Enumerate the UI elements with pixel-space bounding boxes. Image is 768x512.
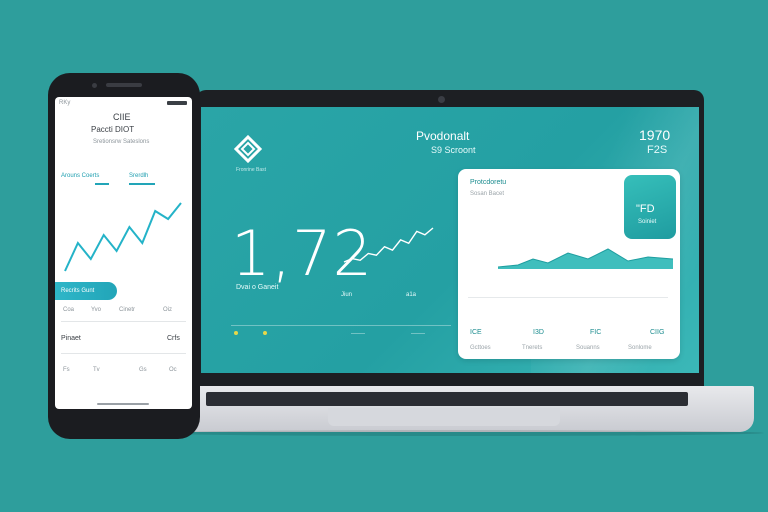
row-b-label: Pinaet [61,335,81,342]
card-subtitle: Sosan Bacet [470,191,505,197]
stat-2: I3D [533,329,544,336]
header-title: Pvodonalt [416,129,470,143]
phone-subtitle: Paccti DIOT [91,125,135,134]
row-c-3: Gs [139,367,147,373]
top-right-subtitle: F2S [647,144,668,156]
row-a-4: Oiz [163,307,172,313]
highlight-label: Soiniet [638,219,657,225]
area-chart [498,248,673,269]
laptop-shadow [150,430,764,436]
row-a-1: Coa [63,307,75,313]
divider [411,333,425,334]
header-subtitle: S9 Scroont [431,145,476,155]
footer-1: Gcttoes [470,345,491,351]
top-right-number: 1970 [639,127,671,143]
small-label-1: Jiun [341,292,353,298]
sub-label: Dvai o Ganeit [236,284,279,291]
tab-left[interactable]: Arouns Coerts [61,173,99,179]
front-camera [92,83,97,88]
trackpad-notch [328,408,560,426]
phone-line-chart [64,202,182,272]
row-a-2: Yvo [91,307,102,313]
row-divider [61,353,186,354]
stats-card[interactable]: Protcdoretu Sosan Bacet "FD Soiniet ICE … [458,169,680,359]
row-divider [61,321,186,322]
battery-icon [167,101,187,105]
stat-3: FIC [590,329,602,336]
stat-4: CIIG [650,329,665,336]
row-b-value: Crfs [167,335,180,342]
footer-3: Souanns [576,345,600,351]
footer-4: Sonlome [628,345,652,351]
phone-title: CIIE [113,112,131,122]
laptop-screen: Fronrine Bast Pvodonalt S9 Scroont 1970 … [201,107,699,373]
yellow-dot-icon [234,331,238,335]
phone-screen: RKy CIIE Paccti DIOT Sretionsrw Sateslon… [55,97,192,409]
laptop-camera [438,96,445,103]
keyboard [206,392,688,406]
card-divider [468,297,668,298]
app-logo-icon [234,135,262,163]
phone-caption: Sretionsrw Sateslons [93,139,150,145]
small-label-2: a1a [406,292,417,298]
yellow-dot-icon [263,331,267,335]
status-time: RKy [59,100,71,106]
logo-caption: Fronrine Bast [236,167,267,173]
divider [351,333,365,334]
footer-2: Tnerets [522,345,543,351]
card-title: Protcdoretu [470,179,507,186]
row-a-3: Cinetr [119,307,136,313]
row-c-4: Oc [169,367,177,373]
divider [231,325,451,326]
tab-indicator [129,183,155,185]
banner-text: Recrits Gunt [61,288,95,294]
tab-indicator [95,183,109,185]
phone-speaker [106,83,142,87]
promo-banner[interactable]: Recrits Gunt [55,282,117,300]
tab-right[interactable]: Srerdlh [129,173,148,179]
highlight-value: "FD [636,203,655,215]
row-c-1: Fs [63,367,70,373]
row-c-2: Tv [93,367,100,373]
stat-1: ICE [470,329,482,336]
home-indicator[interactable] [97,403,149,405]
sparkline-chart [343,227,434,263]
